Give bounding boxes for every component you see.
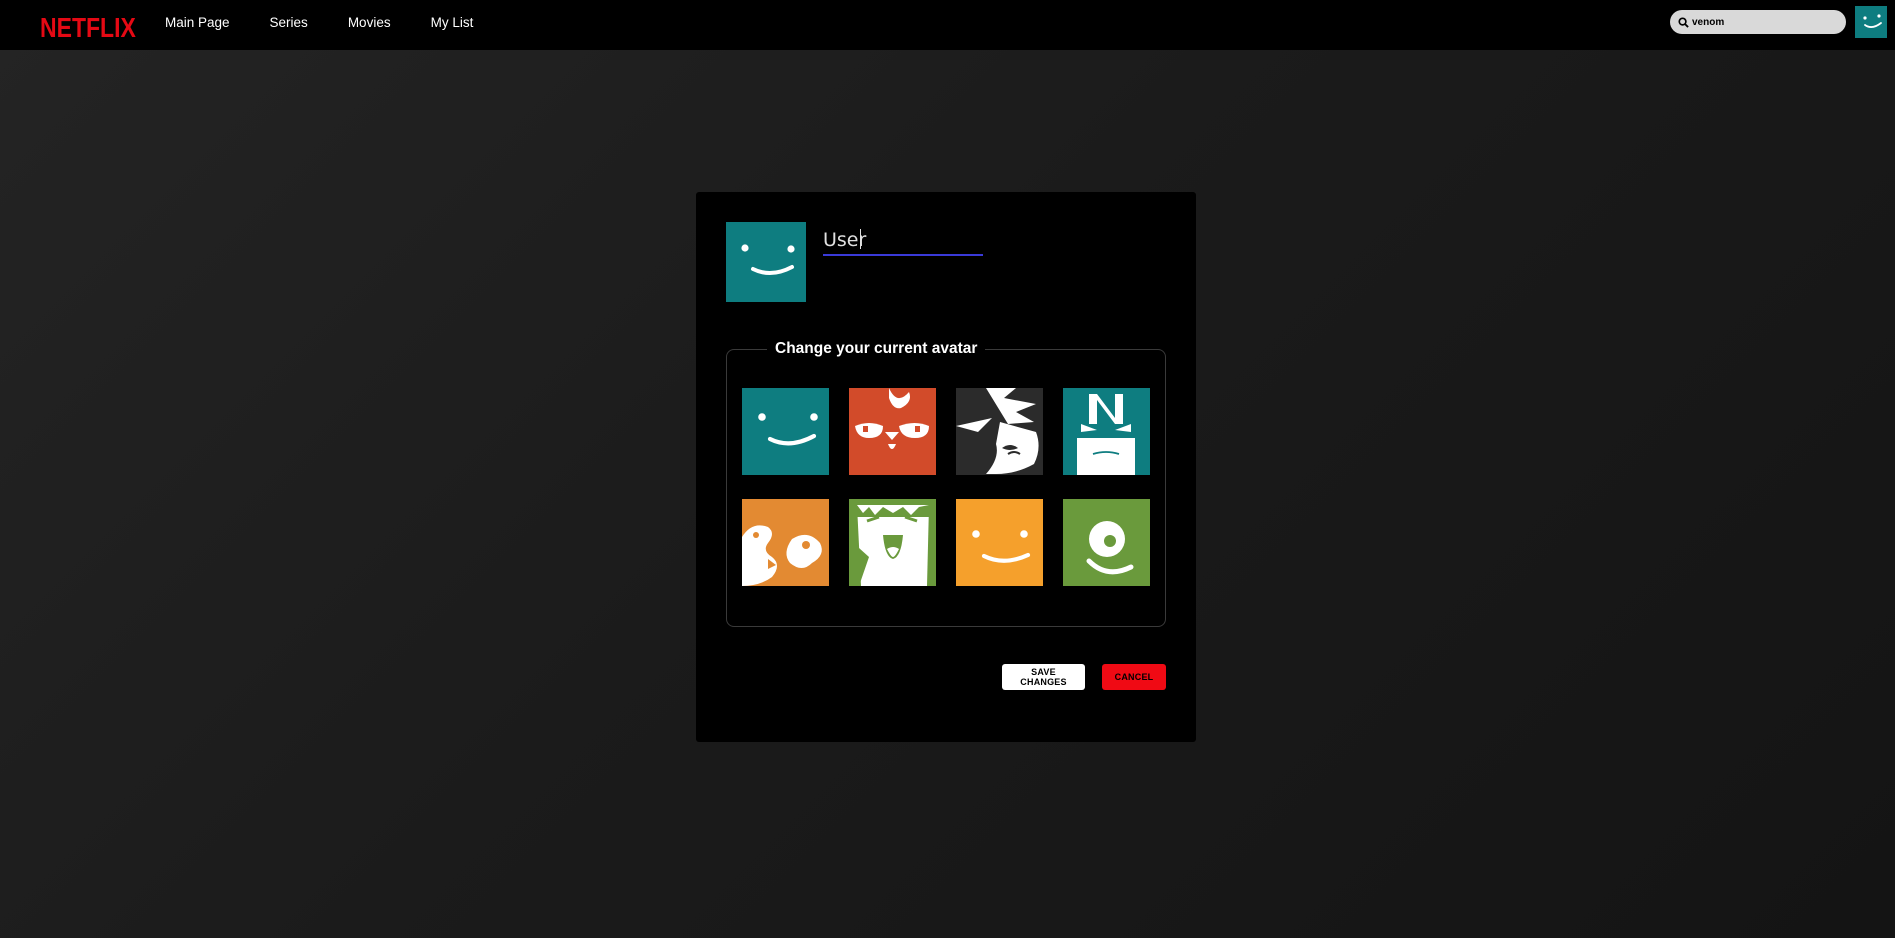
bandit-face-icon	[956, 388, 1043, 475]
smile-face-icon	[1855, 6, 1887, 38]
avatar-option-smile-teal[interactable]	[742, 388, 829, 475]
avatar-grid	[742, 388, 1150, 586]
nav-link-movies[interactable]: Movies	[348, 15, 391, 30]
avatar-option-bandit[interactable]	[956, 388, 1043, 475]
nav-links: Main Page Series Movies My List	[165, 15, 513, 30]
avatar-option-red-chicken[interactable]	[849, 388, 936, 475]
smile-face-icon	[956, 499, 1043, 586]
monster-face-icon	[849, 499, 936, 586]
nav-link-main-page[interactable]: Main Page	[165, 15, 230, 30]
netflix-logo[interactable]: NETFLIX	[40, 12, 136, 44]
avatar-option-green-monster[interactable]	[849, 499, 936, 586]
current-avatar	[726, 222, 806, 302]
chicken-face-icon	[849, 388, 936, 475]
save-changes-button[interactable]: SAVE CHANGES	[1002, 664, 1085, 690]
robot-face-icon	[1063, 388, 1150, 475]
search-input[interactable]	[1692, 16, 1832, 28]
edit-profile-modal: Change your current avatar	[696, 192, 1196, 742]
profile-avatar-button[interactable]	[1855, 6, 1887, 38]
avatar-section-title: Change your current avatar	[767, 340, 986, 358]
avatar-option-orange-blob[interactable]	[742, 499, 829, 586]
one-eye-face-icon	[1063, 499, 1150, 586]
profile-name-input[interactable]	[823, 226, 983, 256]
avatar-option-n-robot[interactable]	[1063, 388, 1150, 475]
avatar-option-green-eye[interactable]	[1063, 499, 1150, 586]
top-navbar: NETFLIX Main Page Series Movies My List	[0, 0, 1895, 50]
nav-link-series[interactable]: Series	[270, 15, 308, 30]
text-caret	[860, 229, 861, 249]
search-box[interactable]	[1670, 10, 1846, 34]
smile-face-icon	[726, 222, 806, 302]
search-icon	[1676, 15, 1690, 29]
blob-creature-icon	[742, 499, 829, 586]
cancel-button[interactable]: CANCEL	[1102, 664, 1166, 690]
avatar-selector: Change your current avatar	[726, 340, 1166, 627]
smile-face-icon	[742, 388, 829, 475]
avatar-option-smile-orange[interactable]	[956, 499, 1043, 586]
nav-link-my-list[interactable]: My List	[431, 15, 474, 30]
